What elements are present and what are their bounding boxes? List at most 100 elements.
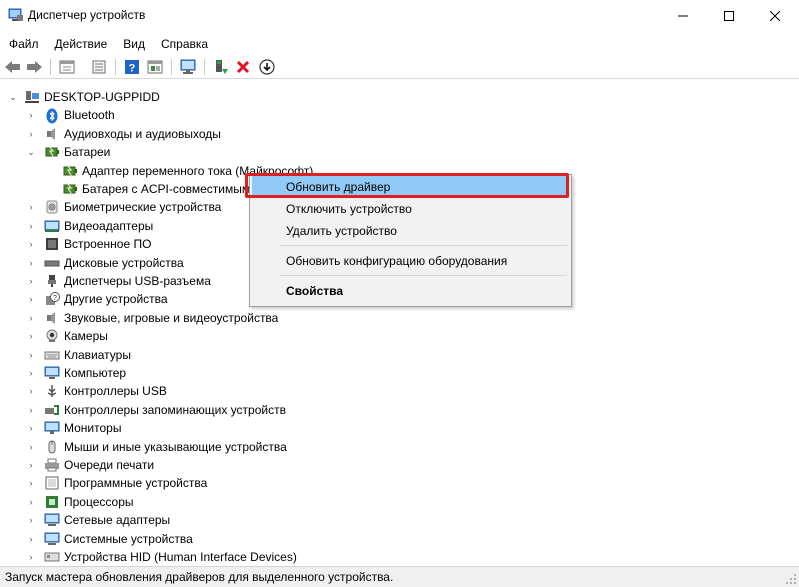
chevron-right-icon[interactable]: › [26, 364, 36, 382]
enable-device-icon[interactable] [212, 58, 230, 76]
mouse-icon [44, 440, 60, 454]
show-hidden-icon[interactable] [146, 58, 164, 76]
uninstall-x-icon[interactable] [234, 58, 252, 76]
close-button[interactable] [752, 0, 798, 31]
menu-file[interactable]: Файл [0, 34, 47, 54]
tree-category-row[interactable]: › Встроенное ПО [26, 235, 152, 253]
menu-item-label: Отключить устройство [286, 202, 412, 216]
tree-category-label: Мониторы [64, 421, 122, 435]
tree-category-row[interactable]: › Очереди печати [26, 456, 155, 474]
tree-category-row[interactable]: › Мыши и иные указывающие устройства [26, 438, 287, 456]
speaker-icon [44, 127, 60, 141]
menu-item-label: Удалить устройство [286, 224, 397, 238]
chevron-right-icon[interactable]: › [26, 272, 36, 290]
chevron-right-icon[interactable]: › [26, 125, 36, 143]
tree-category-row[interactable]: › Процессоры [26, 493, 134, 511]
chevron-right-icon[interactable]: › [26, 493, 36, 511]
menu-item-scan-hardware[interactable]: Обновить конфигурацию оборудования [250, 250, 571, 272]
chevron-right-icon[interactable]: › [26, 346, 36, 364]
tree-category-row[interactable]: › Bluetooth [26, 106, 115, 124]
chevron-right-icon[interactable]: › [26, 530, 36, 548]
chevron-down-icon[interactable]: ⌄ [26, 143, 36, 161]
chevron-down-icon[interactable]: ⌄ [8, 88, 18, 106]
chevron-right-icon[interactable]: › [26, 217, 36, 235]
tree-category-row[interactable]: › Контроллеры USB [26, 382, 167, 400]
chevron-right-icon[interactable]: › [26, 290, 36, 308]
menu-item-disable-device[interactable]: Отключить устройство [250, 198, 571, 220]
menu-view[interactable]: Вид [115, 34, 153, 54]
chevron-right-icon[interactable]: › [26, 309, 36, 327]
hid-icon [44, 550, 60, 564]
tree-category-row[interactable]: › Клавиатуры [26, 346, 131, 364]
chevron-right-icon[interactable]: › [26, 327, 36, 345]
toolbar: ? [0, 56, 799, 79]
tree-category-row[interactable]: › Системные устройства [26, 530, 193, 548]
chevron-right-icon[interactable]: › [26, 198, 36, 216]
tree-category-row[interactable]: › Видеоадаптеры [26, 217, 154, 235]
annotation-highlight-box [245, 173, 569, 198]
chevron-right-icon[interactable]: › [26, 456, 36, 474]
tree-category-row[interactable]: › Контроллеры запоминающих устройств [26, 401, 286, 419]
tree-root[interactable]: ⌄ DESKTOP-UGPPIDD [8, 88, 160, 106]
tree-category-row[interactable]: › Мониторы [26, 419, 122, 437]
menu-help[interactable]: Справка [153, 34, 216, 54]
resize-grip-icon[interactable] [785, 573, 797, 585]
chevron-right-icon[interactable]: › [26, 438, 36, 456]
menu-item-label: Обновить конфигурацию оборудования [286, 254, 508, 268]
back-icon[interactable] [4, 58, 22, 76]
help-icon[interactable]: ? [123, 58, 141, 76]
tree-category-label: Встроенное ПО [64, 237, 152, 251]
svg-text:?: ? [53, 295, 57, 302]
tree-category-row[interactable]: › Устройства HID (Human Interface Devices… [26, 548, 297, 564]
tree-category-label: Устройства HID (Human Interface Devices) [64, 550, 297, 564]
tree-category-row[interactable]: ›? Другие устройства [26, 290, 168, 308]
maximize-button[interactable] [706, 0, 752, 31]
tree-category-row[interactable]: › Компьютер [26, 364, 127, 382]
chevron-right-icon[interactable]: › [26, 106, 36, 124]
monitor-scan-icon[interactable] [179, 58, 197, 76]
tree-category-row[interactable]: › Сетевые адаптеры [26, 511, 171, 529]
chevron-right-icon[interactable]: › [26, 548, 36, 564]
disk-icon [44, 256, 60, 270]
tree-category-label: Мыши и иные указывающие устройства [64, 440, 287, 454]
tree-category-row[interactable]: › Программные устройства [26, 474, 208, 492]
device-manager-icon [8, 8, 24, 22]
update-driver-icon[interactable] [258, 58, 276, 76]
tree-category-row[interactable]: › Камеры [26, 327, 108, 345]
menu-item-properties[interactable]: Свойства [250, 280, 571, 302]
tree-category-row[interactable]: › Диспетчеры USB-разъема [26, 272, 211, 290]
chevron-right-icon[interactable]: › [26, 474, 36, 492]
camera-icon [44, 329, 60, 343]
tree-category-label: Контроллеры запоминающих устройств [64, 403, 286, 417]
chevron-right-icon[interactable]: › [26, 401, 36, 419]
chevron-right-icon[interactable]: › [26, 382, 36, 400]
tree-category-row[interactable]: › Звуковые, игровые и видеоустройства [26, 309, 279, 327]
bluetooth-icon [44, 108, 60, 124]
minimize-button[interactable] [660, 0, 706, 31]
menu-item-label: Свойства [286, 284, 344, 298]
tree-category-label: Процессоры [64, 495, 134, 509]
menu-action[interactable]: Действие [47, 34, 116, 54]
menu-item-uninstall-device[interactable]: Удалить устройство [250, 220, 571, 242]
properties-view-icon[interactable] [58, 58, 76, 76]
tree-category-row[interactable]: › Аудиовходы и аудиовыходы [26, 125, 221, 143]
device-tree[interactable]: ⌄ DESKTOP-UGPPIDD › Bluetooth › Аудиовходы … [0, 86, 799, 564]
chevron-right-icon[interactable]: › [26, 511, 36, 529]
network-icon [44, 513, 60, 527]
usb-icon [44, 384, 60, 398]
tree-category-row[interactable]: › Биометрические устройства [26, 198, 222, 216]
toolbar-separator [115, 59, 116, 75]
tree-category-row[interactable]: ⌄ Батареи [26, 143, 110, 161]
tree-category-label: Bluetooth [64, 108, 115, 122]
storage-controller-icon [44, 403, 60, 417]
menu-separator [280, 245, 567, 246]
driver-details-icon[interactable] [90, 58, 108, 76]
chevron-right-icon[interactable]: › [26, 254, 36, 272]
chevron-right-icon[interactable]: › [26, 235, 36, 253]
tree-category-label: Контроллеры USB [64, 384, 167, 398]
chevron-right-icon[interactable]: › [26, 419, 36, 437]
tree-category-label: Диспетчеры USB-разъема [64, 274, 211, 288]
computer-icon [44, 366, 60, 380]
forward-icon[interactable] [25, 58, 43, 76]
tree-category-row[interactable]: › Дисковые устройства [26, 254, 184, 272]
